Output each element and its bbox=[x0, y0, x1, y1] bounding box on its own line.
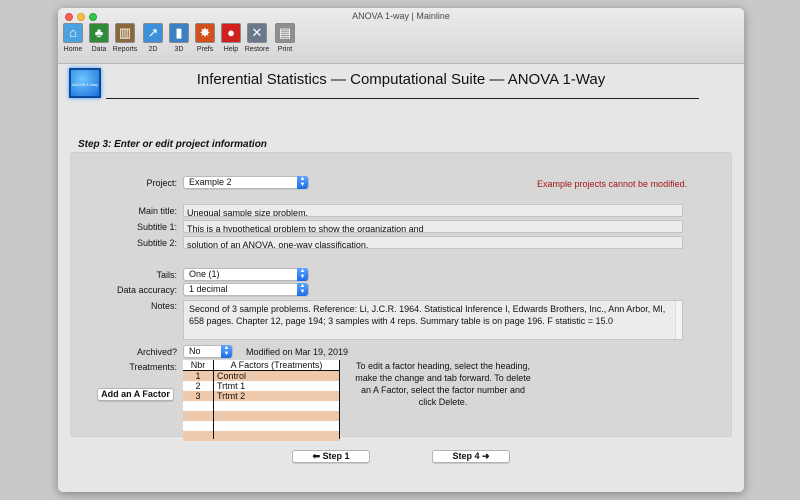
archived-select[interactable]: No ▲ ▼ bbox=[183, 345, 233, 358]
chevron-updown-icon: ▲ ▼ bbox=[297, 268, 308, 281]
accuracy-label: Data accuracy: bbox=[116, 285, 177, 295]
toolbar-label: 2D bbox=[148, 46, 158, 53]
toolbar-label: Print bbox=[277, 46, 293, 53]
table-row[interactable]: 3 Trtmt 2 bbox=[183, 391, 340, 401]
toolbar-button-help[interactable]: ● Help bbox=[218, 22, 244, 62]
toolbar-button-data[interactable]: ♣ Data bbox=[86, 22, 112, 62]
table-row[interactable] bbox=[183, 421, 340, 431]
toolbar-label: Prefs bbox=[196, 46, 214, 53]
notes-scrollbar[interactable] bbox=[675, 301, 682, 339]
treatments-label: Treatments: bbox=[129, 362, 177, 372]
table-row[interactable] bbox=[183, 401, 340, 411]
toolbar-button-reports[interactable]: ▥ Reports bbox=[112, 22, 138, 62]
table-right-border bbox=[339, 360, 340, 439]
toolbar-label: Help bbox=[223, 46, 239, 53]
project-select-value: Example 2 bbox=[189, 177, 232, 187]
factor-number-cell[interactable] bbox=[183, 431, 213, 441]
title-divider bbox=[106, 98, 699, 99]
bar-chart-icon: ▮ bbox=[169, 23, 189, 43]
page-title: Inferential Statistics — Computational S… bbox=[196, 71, 606, 88]
toolbar-label: Restore bbox=[244, 46, 270, 53]
main-title-label: Main title: bbox=[138, 206, 177, 216]
table-row[interactable] bbox=[183, 411, 340, 421]
table-column-divider bbox=[213, 360, 214, 439]
step-heading: Step 3: Enter or edit project informatio… bbox=[78, 139, 267, 150]
toolbar-button-3d[interactable]: ▮ 3D bbox=[166, 22, 192, 62]
modified-date: Modified on Mar 19, 2019 bbox=[246, 347, 349, 357]
factor-number-cell[interactable] bbox=[183, 401, 213, 411]
tree-icon: ♣ bbox=[89, 23, 109, 43]
factor-name-cell[interactable]: Trtmt 1 bbox=[217, 381, 337, 391]
subtitle1-label: Subtitle 1: bbox=[136, 222, 177, 232]
readonly-warning: Example projects cannot be modified. bbox=[537, 179, 688, 189]
title-bar: ANOVA 1-way | Mainline ⌂ Home ♣ Data ▥ Report… bbox=[58, 8, 744, 64]
tails-select-value: One (1) bbox=[189, 269, 220, 279]
factor-number-cell[interactable]: 3 bbox=[183, 391, 213, 401]
accuracy-select-value: 1 decimal bbox=[189, 284, 228, 294]
main-title-field[interactable]: Unequal sample size problem. bbox=[183, 204, 683, 217]
toolbar-label: Data bbox=[91, 46, 107, 53]
chevron-updown-icon: ▲ ▼ bbox=[221, 345, 232, 358]
step4-button[interactable]: Step 4 ➜ bbox=[432, 450, 510, 463]
subtitle2-field[interactable]: solution of an ANOVA, one-way classifica… bbox=[183, 236, 683, 249]
table-row[interactable] bbox=[183, 431, 340, 441]
factor-number-cell[interactable]: 2 bbox=[183, 381, 213, 391]
table-row[interactable]: 2 Trtmt 1 bbox=[183, 381, 340, 391]
factor-number-cell[interactable]: 1 bbox=[183, 371, 213, 381]
subtitle2-label: Subtitle 2: bbox=[136, 238, 177, 248]
step1-button[interactable]: ⬅ Step 1 bbox=[292, 450, 370, 463]
factor-name-cell[interactable] bbox=[217, 411, 337, 421]
project-label: Project: bbox=[146, 178, 177, 188]
toolbar-button-restore[interactable]: ✕ Restore bbox=[244, 22, 270, 62]
archived-label: Archived? bbox=[136, 347, 177, 357]
building-icon: ▥ bbox=[115, 23, 135, 43]
leaf-icon: ✸ bbox=[195, 23, 215, 43]
table-header-nbr[interactable]: Nbr bbox=[183, 360, 213, 370]
app-window: ANOVA 1-way | Mainline ⌂ Home ♣ Data ▥ Report… bbox=[58, 8, 744, 492]
table-header-factors[interactable]: A Factors (Treatments) bbox=[214, 360, 339, 370]
factor-name-cell[interactable]: Control bbox=[217, 371, 337, 381]
toolbar-button-prefs[interactable]: ✸ Prefs bbox=[192, 22, 218, 62]
project-info-panel: Project: Example 2 ▲ ▼ Example projects c… bbox=[70, 152, 732, 441]
chevron-updown-icon: ▲ ▼ bbox=[297, 176, 308, 189]
factor-number-cell[interactable] bbox=[183, 421, 213, 431]
project-select[interactable]: Example 2 ▲ ▼ bbox=[183, 176, 309, 189]
subtitle1-field[interactable]: This is a hypothetical problem to show t… bbox=[183, 220, 683, 233]
treatments-table: Nbr A Factors (Treatments) 1 Control 2 Trtm… bbox=[183, 360, 340, 441]
chevron-updown-icon: ▲ ▼ bbox=[297, 283, 308, 296]
toolbar-label: 3D bbox=[174, 46, 184, 53]
toolbar-label: Home bbox=[63, 46, 83, 53]
table-row[interactable]: 1 Control bbox=[183, 371, 340, 381]
lifebuoy-icon: ● bbox=[221, 23, 241, 43]
factor-number-cell[interactable] bbox=[183, 411, 213, 421]
archived-select-value: No bbox=[189, 346, 201, 356]
notes-text: Second of 3 sample problems. Reference: … bbox=[189, 304, 666, 326]
tools-icon: ✕ bbox=[247, 23, 267, 43]
toolbar-label: Reports bbox=[112, 46, 138, 53]
factor-name-cell[interactable] bbox=[217, 401, 337, 411]
line-chart-icon: ↗ bbox=[143, 23, 163, 43]
anova-logo-icon: ANOVA 1-Way bbox=[69, 68, 101, 98]
tails-select[interactable]: One (1) ▲ ▼ bbox=[183, 268, 309, 281]
notes-field[interactable]: Second of 3 sample problems. Reference: … bbox=[183, 300, 683, 340]
notes-label: Notes: bbox=[150, 301, 177, 311]
factor-help-text: To edit a factor heading, select the hea… bbox=[355, 361, 531, 407]
factor-name-cell[interactable]: Trtmt 2 bbox=[217, 391, 337, 401]
tails-label: Tails: bbox=[156, 270, 177, 280]
add-factor-button[interactable]: Add an A Factor bbox=[97, 388, 174, 401]
factor-name-cell[interactable] bbox=[217, 431, 337, 441]
toolbar-button-2d[interactable]: ↗ 2D bbox=[140, 22, 166, 62]
toolbar-button-print[interactable]: ▤ Print bbox=[272, 22, 298, 62]
printer-icon: ▤ bbox=[275, 23, 295, 43]
window-title: ANOVA 1-way | Mainline bbox=[352, 11, 450, 21]
accuracy-select[interactable]: 1 decimal ▲ ▼ bbox=[183, 283, 309, 296]
home-icon: ⌂ bbox=[63, 23, 83, 43]
factor-name-cell[interactable] bbox=[217, 421, 337, 431]
toolbar-button-home[interactable]: ⌂ Home bbox=[60, 22, 86, 62]
